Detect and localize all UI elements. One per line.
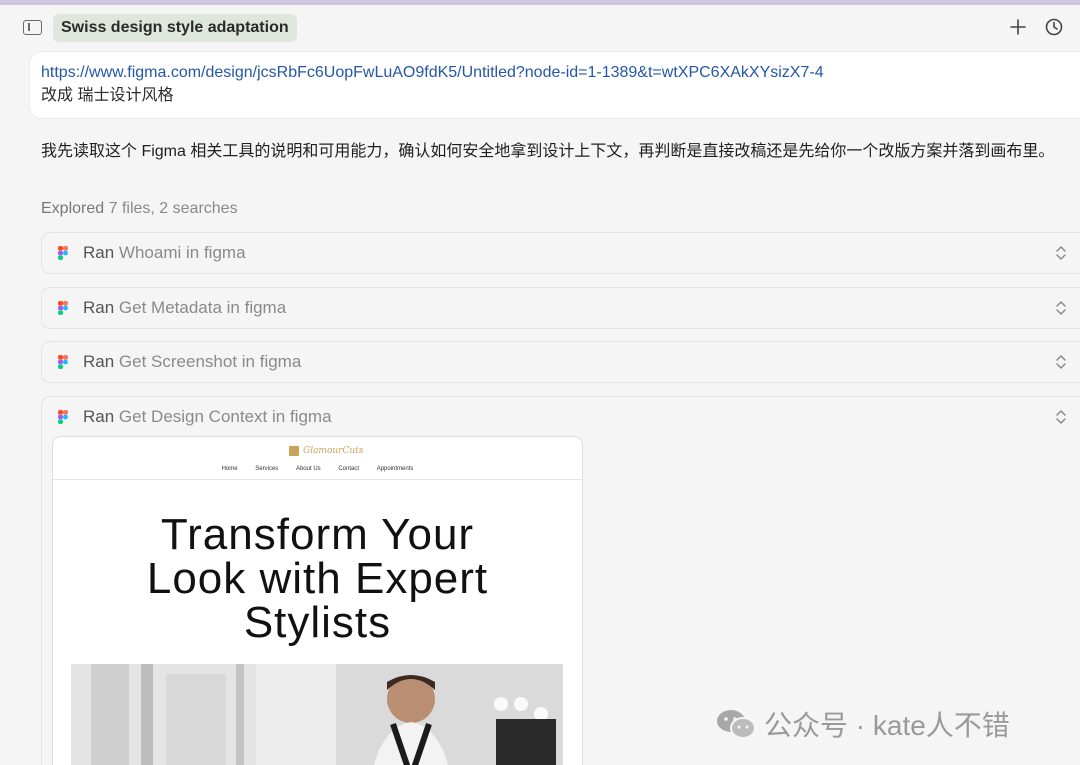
tool-name: Get Screenshot in figma (118, 352, 302, 371)
preview-hero-photo (71, 664, 563, 765)
explored-detail: 7 files, 2 searches (108, 200, 238, 217)
preview-headline-line: Stylists (243, 598, 392, 647)
ran-label: Ran (83, 352, 115, 371)
plus-icon[interactable] (1006, 15, 1030, 39)
tool-name: Get Design Context in figma (118, 407, 332, 426)
preview-nav-item: Home (221, 466, 238, 472)
preview-nav: Home Services About Us Contact Appointme… (53, 466, 582, 472)
figma-icon (58, 246, 68, 260)
watermark: 公众号 · kate人不错 (716, 704, 1010, 744)
ran-label: Ran (83, 298, 115, 317)
figma-icon (58, 355, 68, 369)
preview-nav-item: Appointments (376, 466, 414, 472)
preview-headline-line: Transform Your (160, 510, 475, 559)
wechat-icon (717, 710, 756, 739)
explored-label: Explored (41, 200, 105, 217)
preview-headline-line: Look with Expert (146, 554, 489, 603)
explored-summary[interactable]: Explored 7 files, 2 searches (41, 198, 238, 220)
thread-title[interactable]: Swiss design style adaptation (53, 14, 297, 42)
user-prompt-card: https://www.figma.com/design/jcsRbFc6Uop… (30, 52, 1080, 118)
expand-collapse-icon[interactable] (1055, 299, 1067, 317)
figma-icon (58, 410, 68, 424)
tool-name: Get Metadata in figma (118, 298, 287, 317)
assistant-reply: 我先读取这个 Figma 相关工具的说明和可用能力，确认如何安全地拿到设计上下文… (41, 143, 1055, 160)
expand-collapse-icon[interactable] (1055, 244, 1067, 262)
tool-name: Whoami in figma (118, 243, 246, 262)
tool-call-row[interactable]: Ran Get Screenshot in figma (41, 341, 1080, 383)
ran-label: Ran (83, 243, 115, 262)
header: Swiss design style adaptation (0, 5, 1080, 51)
design-screenshot-preview: GlamourCuts Home Services About Us Conta… (53, 437, 582, 765)
clock-icon[interactable] (1042, 15, 1066, 39)
preview-logo-text: GlamourCuts (303, 446, 364, 456)
prompt-text: 改成 瑞士设计风格 (41, 87, 174, 104)
watermark-text: 公众号 · kate人不错 (764, 710, 1010, 741)
tool-call-label: Ran Whoami in figma (83, 243, 246, 263)
expand-collapse-icon[interactable] (1055, 353, 1067, 371)
tool-call-label: Ran Get Screenshot in figma (83, 352, 301, 372)
preview-nav-item: Contact (338, 466, 360, 472)
figma-icon (58, 301, 68, 315)
preview-logo: GlamourCuts (289, 446, 363, 456)
tool-call-row[interactable]: Ran Whoami in figma (41, 232, 1080, 274)
preview-divider (53, 479, 582, 480)
sidebar-toggle-icon[interactable] (23, 20, 42, 35)
figma-link[interactable]: https://www.figma.com/design/jcsRbFc6Uop… (41, 63, 1080, 83)
tool-call-label: Ran Get Design Context in figma (83, 407, 332, 427)
preview-nav-item: Services (255, 466, 279, 472)
expand-collapse-icon[interactable] (1055, 408, 1067, 426)
tool-call-label: Ran Get Metadata in figma (83, 298, 286, 318)
preview-headline: Transform Your Look with Expert Stylists (53, 513, 582, 645)
scissors-icon (289, 446, 299, 456)
ran-label: Ran (83, 407, 115, 426)
preview-nav-item: About Us (295, 466, 321, 472)
tool-call-row[interactable]: Ran Get Metadata in figma (41, 287, 1080, 329)
